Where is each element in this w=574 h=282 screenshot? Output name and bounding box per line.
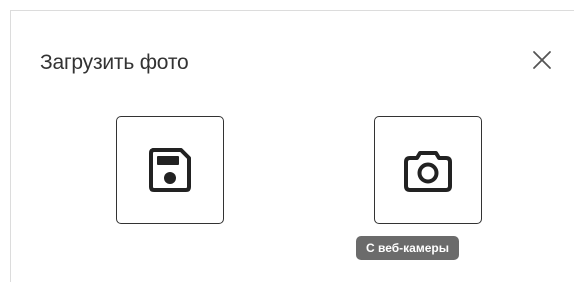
dialog-title: Загрузить фото [40,51,189,74]
close-button[interactable] [530,48,554,72]
upload-from-webcam-button[interactable] [374,116,482,224]
upload-photo-dialog: Загрузить фото [10,10,574,282]
close-icon [533,51,551,69]
camera-icon [404,151,452,192]
webcam-tooltip: С веб-камеры [356,236,459,260]
floppy-disk-icon [149,148,191,192]
upload-from-file-button[interactable] [116,116,224,224]
